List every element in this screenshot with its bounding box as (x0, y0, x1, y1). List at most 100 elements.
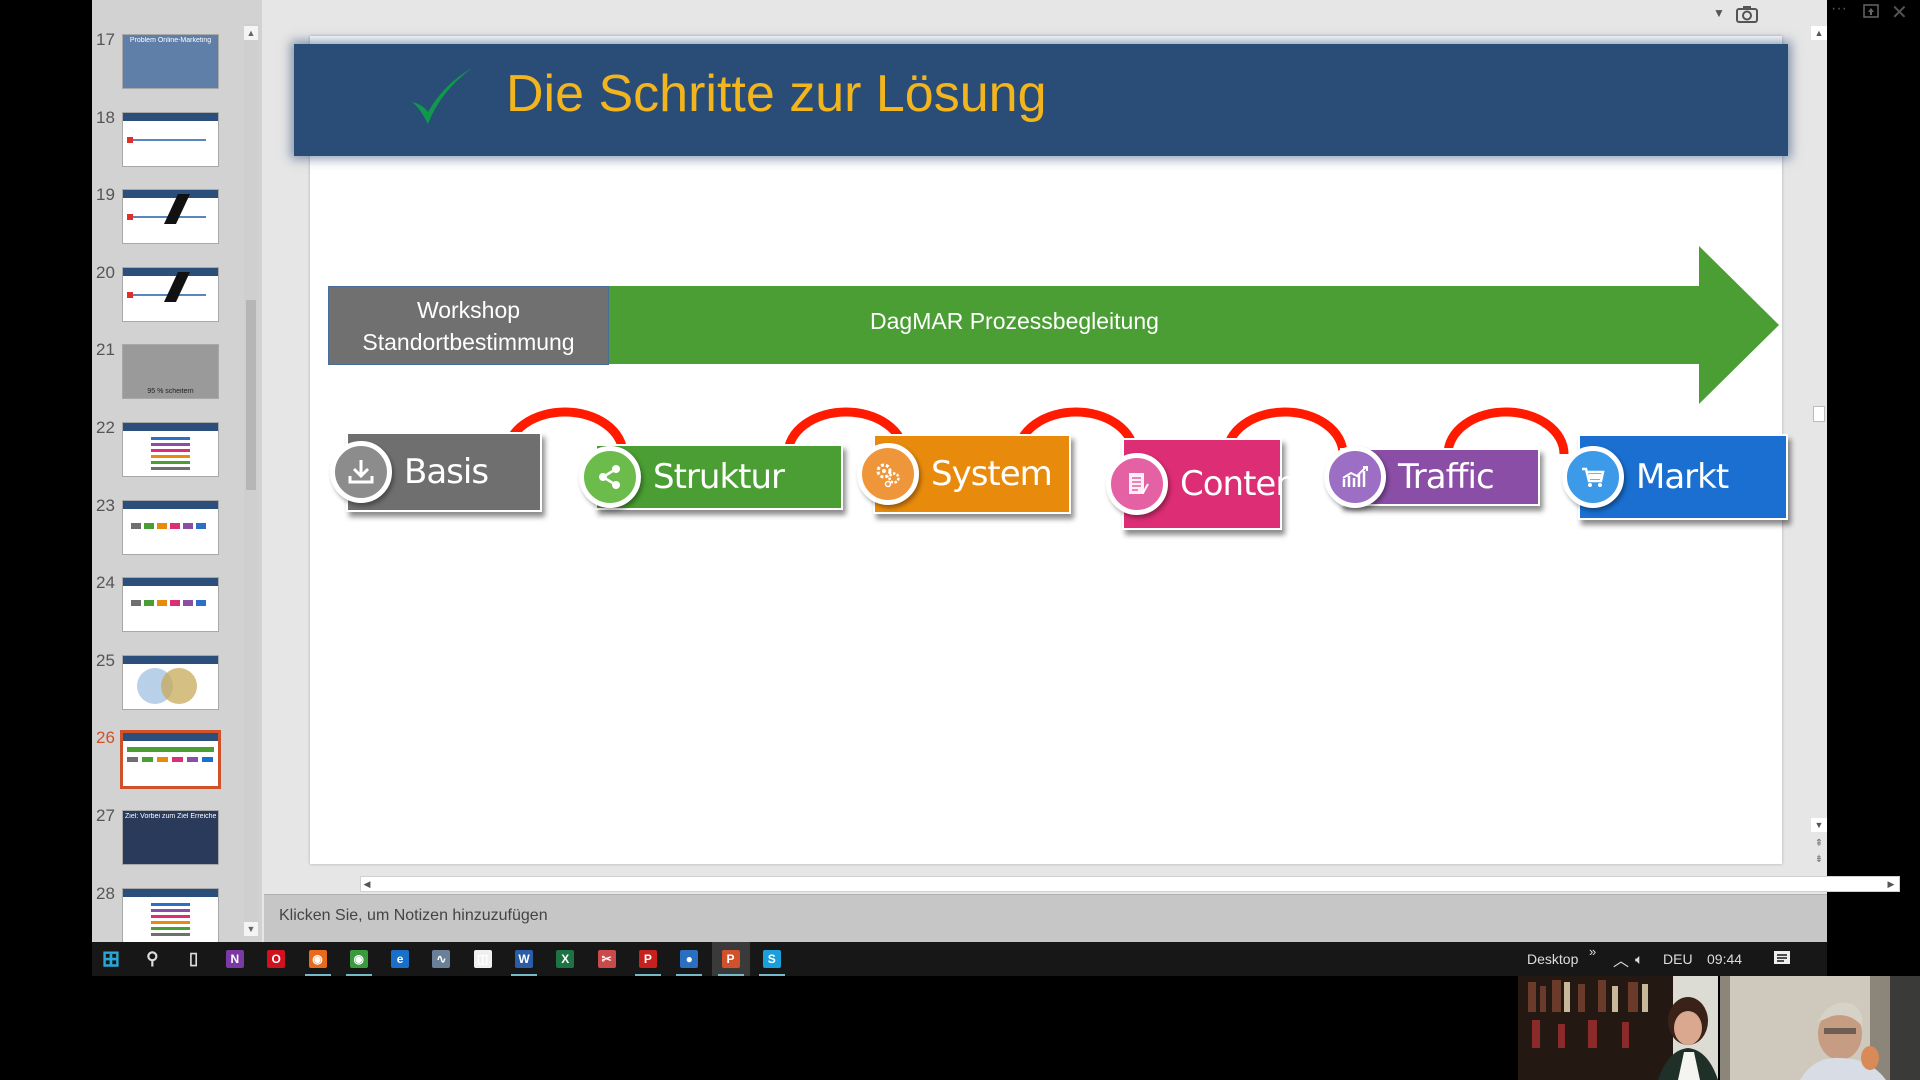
thumbnail-scroll-down-button[interactable]: ▼ (244, 922, 258, 936)
chart-trend-icon (1324, 446, 1386, 508)
thumbnail-title-bar (123, 112, 218, 121)
scroll-down-button[interactable]: ▼ (1811, 818, 1827, 832)
slide-title[interactable]: Die Schritte zur Lösung (506, 64, 1047, 124)
firefox-icon: ◉ (308, 950, 327, 968)
thumbnail-scroll-up-button[interactable]: ▲ (244, 26, 258, 40)
notification-center-icon[interactable] (1773, 950, 1791, 968)
taskbar-search-button[interactable]: ⚲ (133, 942, 171, 976)
slide-thumbnail-preview[interactable]: 95 % scheitern (122, 344, 219, 400)
next-slide-button[interactable]: ⇟ (1811, 854, 1827, 868)
video-participant-2[interactable] (1720, 976, 1920, 1080)
taskbar-task-view-button[interactable]: ▯ (175, 942, 213, 976)
thumbnail-list-row (151, 455, 190, 458)
slide-thumbnail[interactable]: 19 (92, 185, 242, 255)
taskbar-word-button[interactable]: W (505, 942, 543, 976)
step-markt[interactable]: Markt (1562, 434, 1788, 520)
thumbnail-step-block (127, 757, 138, 763)
slide-thumbnail[interactable]: 24 (92, 573, 242, 643)
desktop-toolbar-label[interactable]: Desktop (1527, 951, 1578, 967)
step-content[interactable]: Content (1106, 438, 1309, 530)
checkmark-icon (412, 68, 472, 124)
thumbnail-title-bar (123, 733, 218, 742)
slide-thumbnail-preview[interactable] (122, 189, 219, 245)
slide-thumbnail[interactable]: 23 (92, 496, 242, 566)
thumbnail-list-row (151, 467, 190, 470)
thumbnail-caption: 95 % scheitern (147, 388, 194, 396)
scroll-left-button[interactable]: ◀ (360, 876, 374, 892)
slide-thumbnail-preview[interactable] (122, 266, 219, 322)
scroll-up-button[interactable]: ▲ (1811, 26, 1827, 40)
slide-thumbnail-preview[interactable]: Ziel: Vorbei zum Ziel Erreichen (122, 810, 219, 865)
taskbar-firefox-button[interactable]: ◉ (299, 942, 337, 976)
clock[interactable]: 09:44 (1707, 951, 1742, 967)
vertical-scrollbar-thumb[interactable] (1813, 406, 1825, 422)
slide-canvas[interactable]: Die Schritte zur Lösung DagMAR Prozessbe… (294, 36, 1788, 864)
slide-thumbnail[interactable]: 27 Ziel: Vorbei zum Ziel Erreichen (92, 806, 242, 876)
taskbar-start-button[interactable]: ⊞ (92, 942, 130, 976)
slide-thumbnail[interactable]: 21 95 % scheitern (92, 340, 242, 410)
previous-slide-button[interactable]: ⇞ (1811, 838, 1827, 852)
thumbnail-scrollbar-thumb[interactable] (246, 300, 256, 490)
slide-thumbnail-preview[interactable]: Problem Online-Marketing (122, 34, 219, 89)
thumbnail-list-row (151, 908, 190, 912)
thumbnail-person-block (157, 600, 167, 607)
close-icon[interactable]: ✕ (1891, 0, 1908, 25)
slide-thumbnail[interactable]: 26 (92, 728, 242, 798)
taskbar-powerpoint-button[interactable]: P (711, 942, 750, 976)
step-label: System (931, 454, 1053, 494)
notes-placeholder[interactable]: Klicken Sie, um Notizen hinzuzufügen (279, 907, 548, 925)
more-icon[interactable]: ··· (1831, 0, 1847, 18)
slide-thumbnail-preview[interactable] (122, 111, 219, 167)
slide-thumbnail-preview[interactable] (122, 577, 219, 633)
toolbar-overflow-icon[interactable]: » (1589, 944, 1596, 959)
slide-thumbnail[interactable]: 28 (92, 884, 242, 942)
chevron-up-icon[interactable]: ︿ (1613, 947, 1629, 971)
taskbar-excel-button[interactable]: X (546, 942, 584, 976)
workshop-box[interactable]: Workshop Standortbestimmung (328, 286, 609, 365)
taskbar-onenote-button[interactable]: N (216, 942, 254, 976)
scroll-right-button[interactable]: ▶ (1884, 876, 1898, 892)
volume-icon[interactable]: 🔈︎ (1635, 951, 1643, 968)
taskbar-opera-button[interactable]: O (257, 942, 295, 976)
slide-thumbnail-preview[interactable] (122, 654, 219, 710)
step-basis[interactable]: Basis (330, 432, 542, 512)
taskbar-chat-button[interactable]: ● (670, 942, 708, 976)
video-participant-1[interactable] (1518, 976, 1718, 1080)
slide-thumbnail-preview[interactable] (122, 887, 219, 942)
slide-thumbnail[interactable]: 18 (92, 108, 242, 178)
screen: 17 Problem Online-Marketing 18 19 20 21 95 % s… (0, 0, 1920, 1080)
taskbar-pdf-button[interactable]: P (629, 942, 667, 976)
notes-pane[interactable]: Klicken Sie, um Notizen hinzuzufügen (264, 894, 1827, 942)
step-struktur[interactable]: Struktur (579, 444, 843, 510)
slide-thumbnail-preview[interactable] (122, 422, 219, 477)
thumbnail-venn-circle (161, 667, 197, 704)
taskbar-skype-button[interactable]: S (753, 942, 791, 976)
slide-thumbnail-preview[interactable] (122, 499, 219, 555)
thumbnail-step-block (142, 757, 153, 763)
slide-thumbnail-pane[interactable]: 17 Problem Online-Marketing 18 19 20 21 95 % s… (92, 0, 262, 942)
powerpoint-icon: P (721, 950, 740, 968)
thumbnail-list-row (151, 443, 190, 446)
language-indicator[interactable]: DEU (1663, 951, 1693, 967)
restore-icon[interactable] (1863, 4, 1879, 18)
step-traffic[interactable]: Traffic (1324, 446, 1540, 508)
slide-number: 28 (96, 883, 115, 903)
slide-thumbnail[interactable]: 25 (92, 651, 242, 721)
slide-thumbnail[interactable]: 20 (92, 263, 242, 333)
thumbnail-lightning-icon (164, 271, 190, 302)
vertical-scrollbar[interactable] (1811, 24, 1827, 866)
horizontal-scrollbar[interactable] (360, 876, 1900, 892)
thumbnail-person-block (131, 522, 141, 529)
step-label: Content (1180, 464, 1309, 504)
slide-thumbnail[interactable]: 22 (92, 418, 242, 488)
taskbar-monitor-button[interactable]: ∿ (422, 942, 460, 976)
taskbar-edge-button[interactable]: e (381, 942, 419, 976)
camera-icon[interactable] (1735, 4, 1759, 24)
slide-thumbnail-preview[interactable] (120, 730, 221, 790)
taskbar-store-button[interactable]: ◫ (464, 942, 502, 976)
chevron-down-icon[interactable]: ▼ (1713, 6, 1725, 20)
taskbar-chrome-button[interactable]: ◉ (340, 942, 378, 976)
slide-thumbnail[interactable]: 17 Problem Online-Marketing (92, 30, 242, 100)
step-system[interactable]: System (857, 434, 1071, 514)
taskbar-snipping-button[interactable]: ✂ (588, 942, 626, 976)
